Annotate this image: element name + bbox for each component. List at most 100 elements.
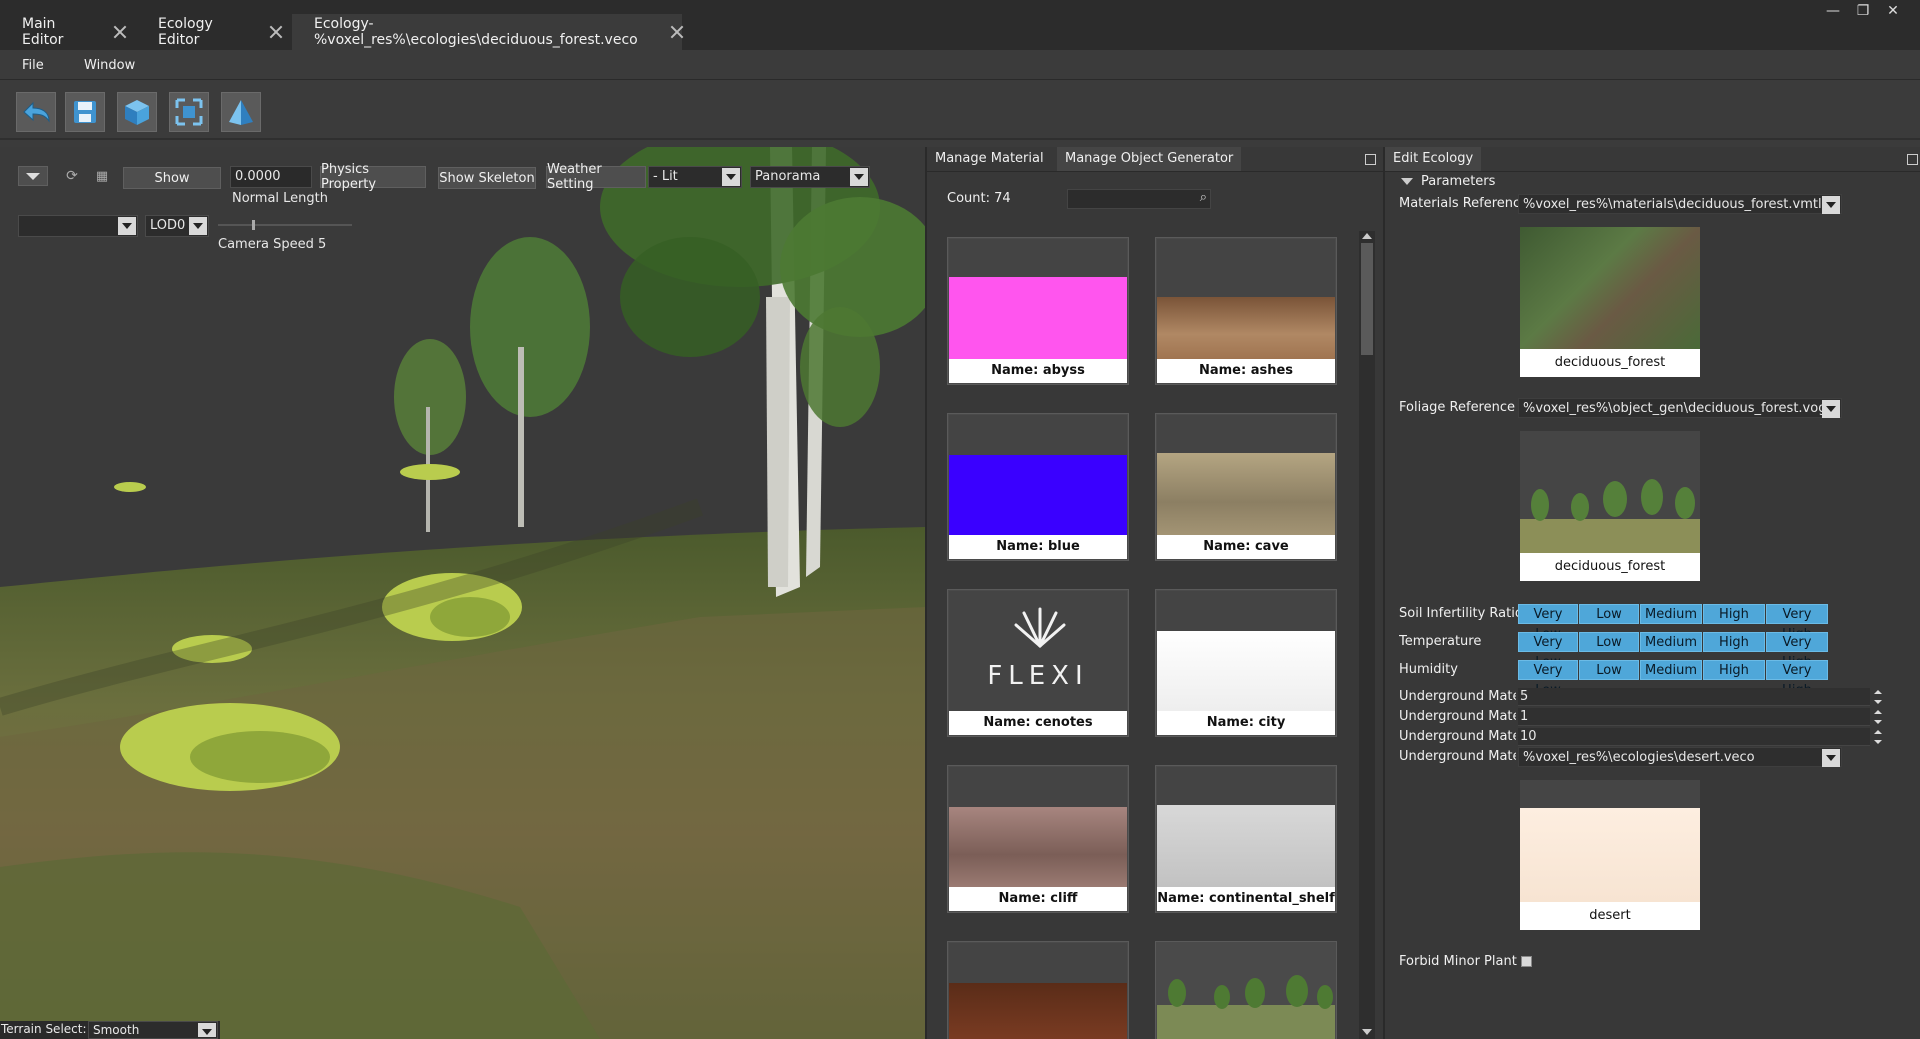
tab-manage-object-generator[interactable]: Manage Object Generator — [1057, 147, 1242, 171]
materials-reference-select[interactable]: %voxel_res%\materials\deciduous_forest.v… — [1518, 194, 1842, 214]
underground-ecology-select[interactable]: %voxel_res%\ecologies\desert.veco — [1518, 747, 1842, 767]
tab-manage-material[interactable]: Manage Material — [927, 147, 1052, 171]
humidity-label: Humidity — [1399, 662, 1458, 677]
scrollbar-thumb[interactable] — [1361, 243, 1373, 355]
humidity-low-button[interactable]: Low — [1579, 660, 1639, 680]
soil-very-high-button[interactable]: Very High — [1766, 604, 1828, 642]
edit-ecology-panel: Edit Ecology Parameters Materials Refere… — [1383, 147, 1920, 1039]
menu-file[interactable]: File — [22, 58, 44, 73]
show-skeleton-button[interactable]: Show Skeleton — [438, 167, 536, 189]
material-card-ashes[interactable]: Name: ashes — [1155, 237, 1337, 385]
material-thumbnail — [949, 415, 1127, 535]
trees-preview-icon — [1168, 975, 1333, 1009]
trees-preview-icon — [1531, 479, 1695, 521]
humidity-very-low-button[interactable]: Very Low — [1518, 660, 1578, 698]
camera-speed-slider[interactable] — [218, 220, 352, 230]
material-card-city[interactable]: Name: city — [1155, 589, 1337, 737]
humidity-medium-button[interactable]: Medium — [1640, 660, 1702, 680]
chevron-down-icon — [850, 168, 868, 186]
spinner-icon[interactable] — [1873, 688, 1883, 706]
material-card-partial[interactable] — [947, 941, 1129, 1039]
material-card-cenotes[interactable]: FLEXI Name: cenotes — [947, 589, 1129, 737]
material-search-input[interactable]: ⌕ — [1067, 189, 1211, 209]
physics-property-button[interactable]: Physics Property — [320, 162, 426, 192]
lit-mode-select[interactable]: - Lit — [648, 166, 742, 188]
spinner-icon[interactable] — [1873, 708, 1883, 726]
temperature-label: Temperature — [1399, 634, 1482, 649]
frame-select-button[interactable] — [169, 92, 209, 132]
material-swatch — [1157, 631, 1335, 711]
soil-very-low-button[interactable]: Very Low — [1518, 604, 1578, 642]
temperature-very-low-button[interactable]: Very Low — [1518, 632, 1578, 670]
material-thumbnail — [1157, 591, 1335, 711]
scroll-up-icon[interactable] — [1361, 231, 1373, 241]
tab-deciduous-forest[interactable]: Ecology-%voxel_res%\ecologies\deciduous_… — [292, 14, 682, 50]
underground-count-input[interactable]: 1 — [1518, 708, 1870, 726]
pin-icon[interactable] — [1907, 154, 1918, 165]
temperature-high-button[interactable]: High — [1703, 632, 1765, 652]
grid-toggle-button[interactable]: ▦ — [92, 166, 112, 186]
scene-viewport[interactable]: ⟳ ▦ Show 0.0000 Normal Length Physics Pr… — [0, 147, 925, 1039]
panorama-select[interactable]: Panorama — [750, 166, 870, 188]
material-card-abyss[interactable]: Name: abyss — [947, 237, 1129, 385]
underground-scale-input[interactable]: 10 — [1518, 728, 1870, 746]
close-icon[interactable] — [670, 25, 682, 39]
parameters-section-header[interactable]: Parameters — [1401, 173, 1901, 189]
forest-material-swatch — [1520, 227, 1700, 349]
divider — [1385, 171, 1920, 172]
view-menu-button[interactable] — [18, 166, 48, 186]
temperature-medium-button[interactable]: Medium — [1640, 632, 1702, 652]
material-card-cliff[interactable]: Name: cliff — [947, 765, 1129, 913]
temperature-low-button[interactable]: Low — [1579, 632, 1639, 652]
foliage-reference-select[interactable]: %voxel_res%\object_gen\deciduous_forest.… — [1518, 398, 1842, 418]
soil-high-button[interactable]: High — [1703, 604, 1765, 624]
cube-button[interactable] — [117, 92, 157, 132]
pin-icon[interactable] — [1365, 154, 1376, 165]
tab-edit-ecology[interactable]: Edit Ecology — [1385, 147, 1482, 171]
object-generator-card-partial[interactable] — [1155, 941, 1337, 1039]
tab-ecology-editor[interactable]: Ecology Editor — [136, 14, 282, 50]
show-button[interactable]: Show — [123, 167, 221, 189]
soil-low-button[interactable]: Low — [1579, 604, 1639, 624]
material-card-blue[interactable]: Name: blue — [947, 413, 1129, 561]
slider-handle[interactable] — [252, 220, 255, 230]
forbid-minor-plant-checkbox[interactable] — [1521, 956, 1532, 967]
lod-select[interactable]: LOD0 — [145, 215, 209, 237]
flexi-sunburst-icon — [1014, 607, 1066, 648]
soil-medium-button[interactable]: Medium — [1640, 604, 1702, 624]
material-card-continental-shelf[interactable]: Name: continental_shelf — [1155, 765, 1337, 913]
material-name: Name: blue — [949, 535, 1127, 559]
spinner-icon[interactable] — [1873, 728, 1883, 746]
save-button[interactable] — [65, 92, 105, 132]
terrain-select-dropdown[interactable]: Smooth — [88, 1021, 218, 1039]
restore-icon[interactable]: ❐ — [1852, 2, 1874, 20]
humidity-high-button[interactable]: High — [1703, 660, 1765, 680]
underground-depth-input[interactable]: 5 — [1518, 688, 1870, 706]
weather-setting-button[interactable]: Weather Setting — [546, 162, 646, 192]
minimize-icon[interactable]: — — [1822, 2, 1844, 20]
underground-count-label: Underground Material Count — [1399, 709, 1516, 724]
tab-label: Ecology-%voxel_res%\ecologies\deciduous_… — [314, 16, 638, 48]
object-select[interactable] — [18, 215, 138, 237]
menu-window[interactable]: Window — [84, 58, 135, 73]
scroll-down-icon[interactable] — [1361, 1027, 1373, 1037]
tab-label: Main Editor — [22, 16, 64, 48]
close-window-icon[interactable]: ✕ — [1882, 2, 1904, 20]
pyramid-button[interactable] — [221, 92, 261, 132]
materials-preview[interactable]: deciduous_forest — [1520, 227, 1700, 377]
material-scrollbar[interactable] — [1359, 231, 1375, 1039]
title-tab-bar: Main Editor Ecology Editor Ecology-%voxe… — [0, 0, 1920, 50]
terrain-select-bar: Terrain Select: Smooth — [0, 1021, 220, 1039]
undo-button[interactable] — [16, 92, 56, 132]
desert-preview[interactable]: desert — [1520, 780, 1700, 930]
humidity-very-high-button[interactable]: Very High — [1766, 660, 1828, 698]
temperature-very-high-button[interactable]: Very High — [1766, 632, 1828, 670]
normal-length-input[interactable]: 0.0000 — [230, 166, 312, 188]
tab-main-editor[interactable]: Main Editor — [0, 14, 126, 50]
foliage-preview[interactable]: deciduous_forest — [1520, 431, 1700, 581]
foliage-reference-label: Foliage Reference — [1399, 400, 1516, 415]
close-icon[interactable] — [269, 25, 282, 39]
refresh-button[interactable]: ⟳ — [62, 166, 82, 186]
material-card-cave[interactable]: Name: cave — [1155, 413, 1337, 561]
close-icon[interactable] — [113, 25, 126, 39]
